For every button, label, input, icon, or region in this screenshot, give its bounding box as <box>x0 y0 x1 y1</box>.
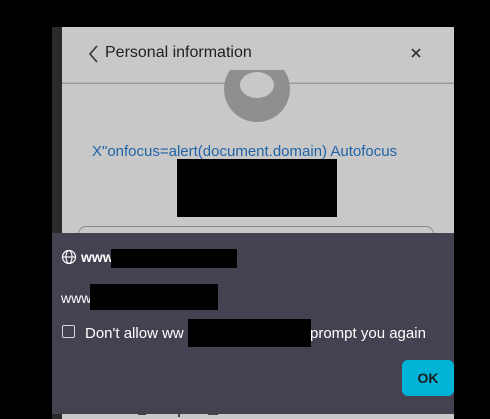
avatar-image <box>224 70 290 122</box>
panel-footer <box>62 408 454 419</box>
profile-name-link[interactable]: X"onfocus=alert(document.domain) Autofoc… <box>92 143 397 160</box>
permission-dialog: www www Don't allow ww prompt you again … <box>52 233 454 414</box>
redaction-block <box>90 284 218 310</box>
redaction-block <box>188 319 311 347</box>
dont-allow-checkbox[interactable] <box>62 325 75 338</box>
checkbox-label-suffix[interactable]: prompt you again <box>310 325 426 342</box>
redaction-block <box>177 159 337 217</box>
redaction-block <box>111 249 237 268</box>
ok-button[interactable]: OK <box>402 360 454 396</box>
checkbox-label[interactable]: Don't allow ww <box>85 325 184 342</box>
close-icon[interactable] <box>408 45 424 61</box>
avatar <box>224 70 290 122</box>
dialog-message: www <box>61 290 92 306</box>
dialog-host: www <box>81 249 114 265</box>
page-title: Personal information <box>105 44 252 61</box>
chevron-left-icon[interactable] <box>86 43 100 65</box>
globe-icon <box>61 249 77 265</box>
